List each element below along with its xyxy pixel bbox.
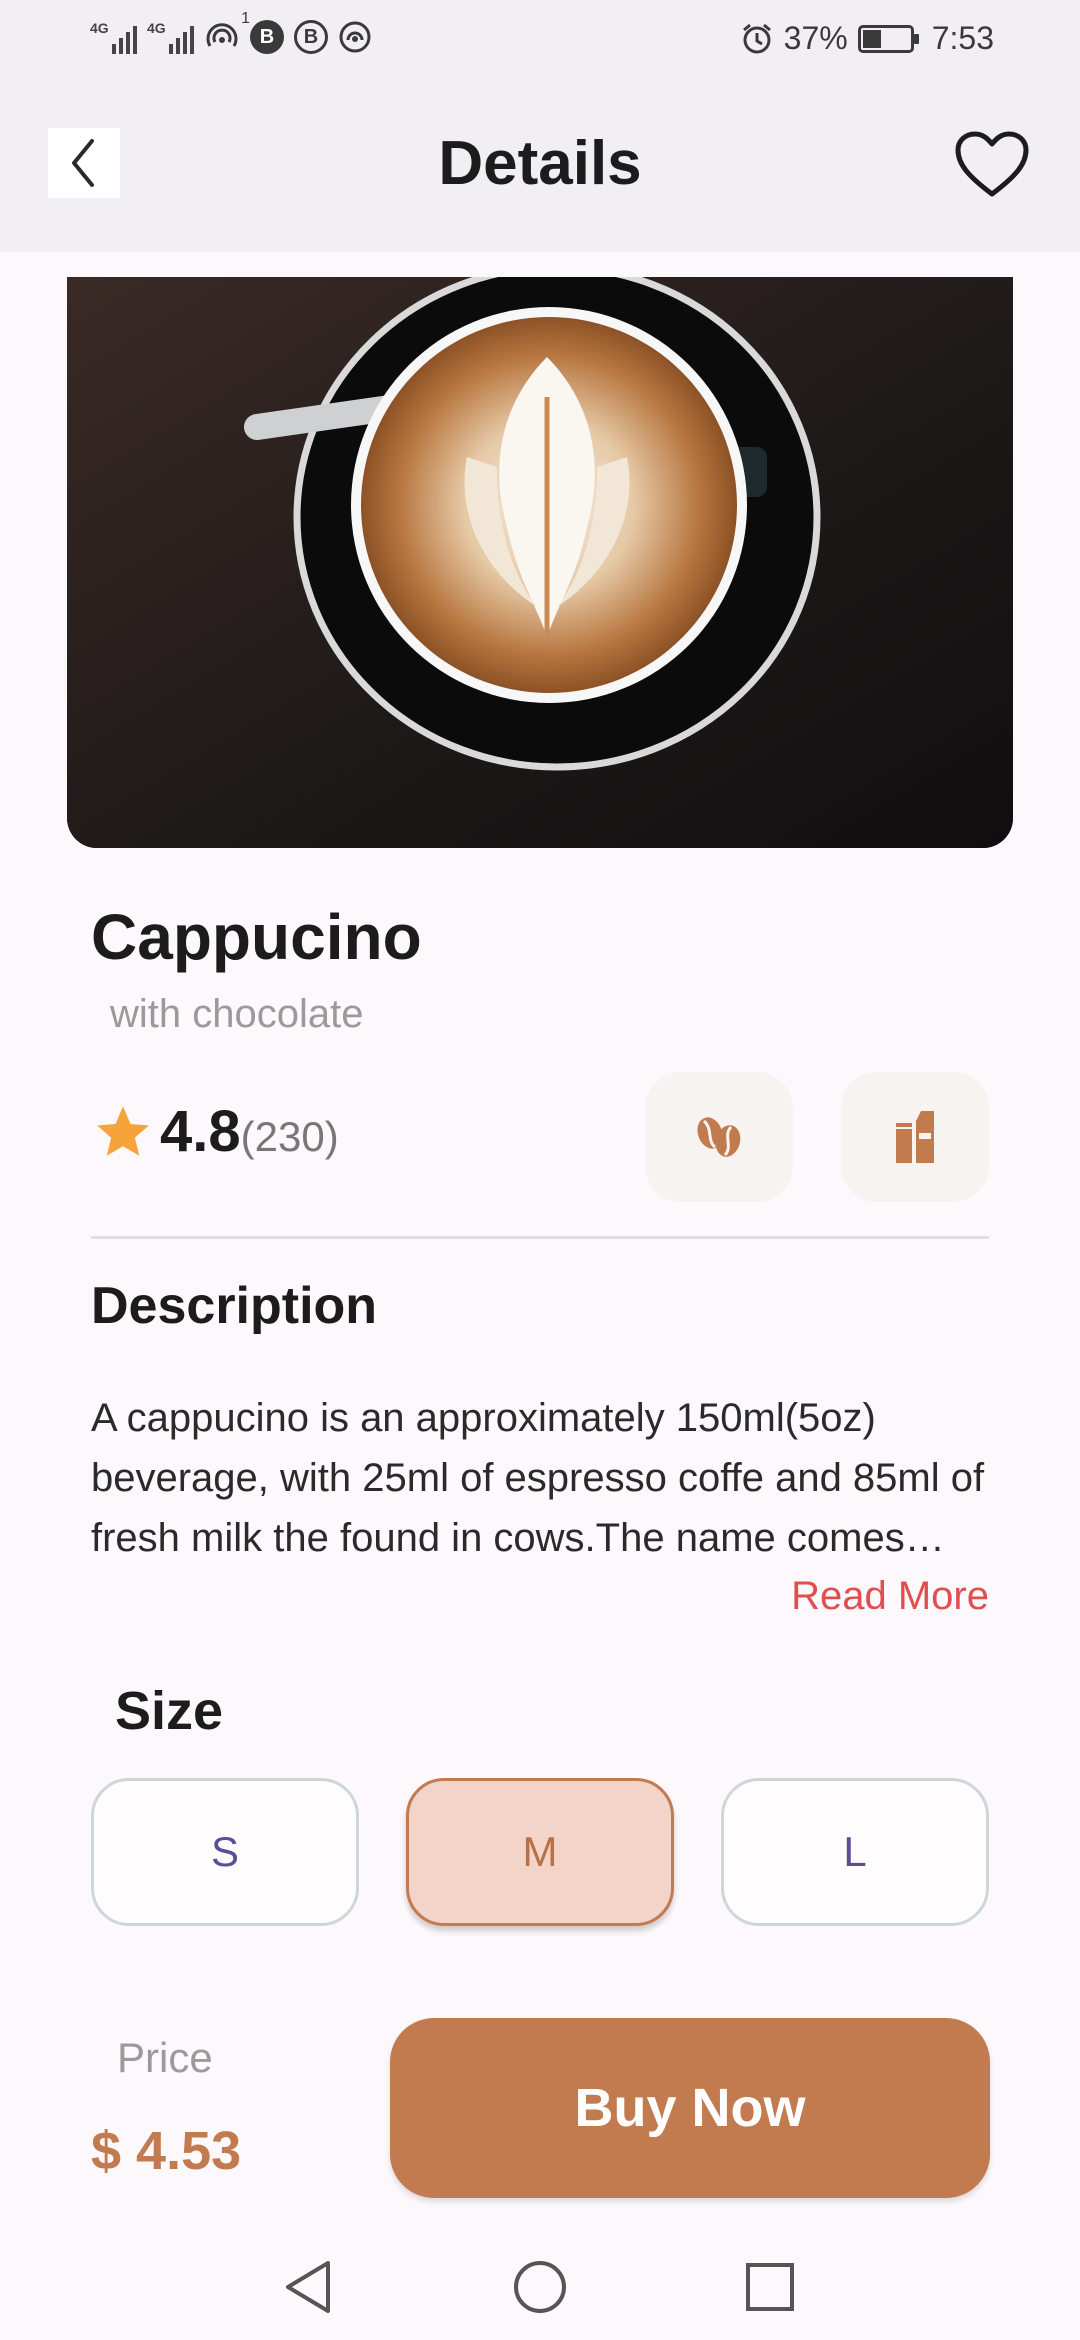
- price-label: Price: [117, 2034, 213, 2081]
- rating-count: (230): [240, 1113, 339, 1160]
- network-type: 4G: [90, 20, 109, 36]
- heart-outline-icon: [955, 131, 1029, 197]
- price-value: $ 4.53: [91, 2121, 242, 2181]
- size-option-m[interactable]: M: [406, 1778, 674, 1926]
- cappuccino-photo: [67, 277, 1013, 848]
- signal-icon-2: 4G: [147, 20, 194, 54]
- read-more-link[interactable]: Read More: [791, 1574, 989, 1619]
- cast-icon: [338, 20, 372, 54]
- rating: 4.8 (230): [92, 1098, 339, 1165]
- page-title: Details: [438, 129, 642, 198]
- milk-carton-icon: [896, 1111, 934, 1163]
- square-recents-icon: [746, 2263, 794, 2311]
- star-icon: [97, 1105, 149, 1156]
- app-b-icon: B: [250, 20, 284, 54]
- hotspot-icon: 1: [204, 10, 250, 54]
- favorite-button[interactable]: [952, 126, 1032, 202]
- feature-coffee-beans[interactable]: [645, 1072, 793, 1202]
- feature-milk[interactable]: [841, 1072, 989, 1202]
- divider: [91, 1236, 989, 1239]
- size-option-s[interactable]: S: [91, 1778, 359, 1926]
- description-heading: Description: [91, 1277, 378, 1335]
- nav-back-button[interactable]: [273, 2252, 343, 2322]
- status-right: 37% 7:53: [740, 20, 994, 57]
- product-name: Cappucino: [91, 901, 422, 973]
- description-text: A cappucino is an approximately 150ml(5o…: [91, 1396, 985, 1560]
- app-bar: Details: [0, 84, 1080, 252]
- buy-now-button[interactable]: Buy Now: [390, 2018, 990, 2198]
- nav-home-button[interactable]: [505, 2252, 575, 2322]
- product-image: [67, 277, 1013, 848]
- size-option-l[interactable]: L: [721, 1778, 989, 1926]
- signal-icon: 4G: [90, 20, 137, 54]
- triangle-back-icon: [286, 2261, 330, 2313]
- network-type-2: 4G: [147, 20, 166, 36]
- sim-badge: 1: [241, 10, 250, 27]
- size-heading: Size: [115, 1681, 224, 1741]
- coffee-beans-icon: [697, 1117, 741, 1157]
- system-nav-bar: [0, 2230, 1080, 2340]
- rating-value: 4.8: [160, 1099, 241, 1164]
- nav-recents-button[interactable]: [735, 2252, 805, 2322]
- battery-percent: 37%: [783, 20, 848, 56]
- alarm-icon: [740, 22, 774, 56]
- clock: 7:53: [931, 20, 994, 56]
- product-subtitle: with chocolate: [110, 992, 364, 1036]
- app-b-outline-icon: B: [294, 20, 328, 54]
- status-left: 4G 4G 1 B B: [90, 10, 372, 54]
- status-bar: 4G 4G 1 B B 37% 7:53: [0, 0, 1080, 84]
- circle-home-icon: [514, 2261, 566, 2313]
- battery-icon: [857, 24, 919, 53]
